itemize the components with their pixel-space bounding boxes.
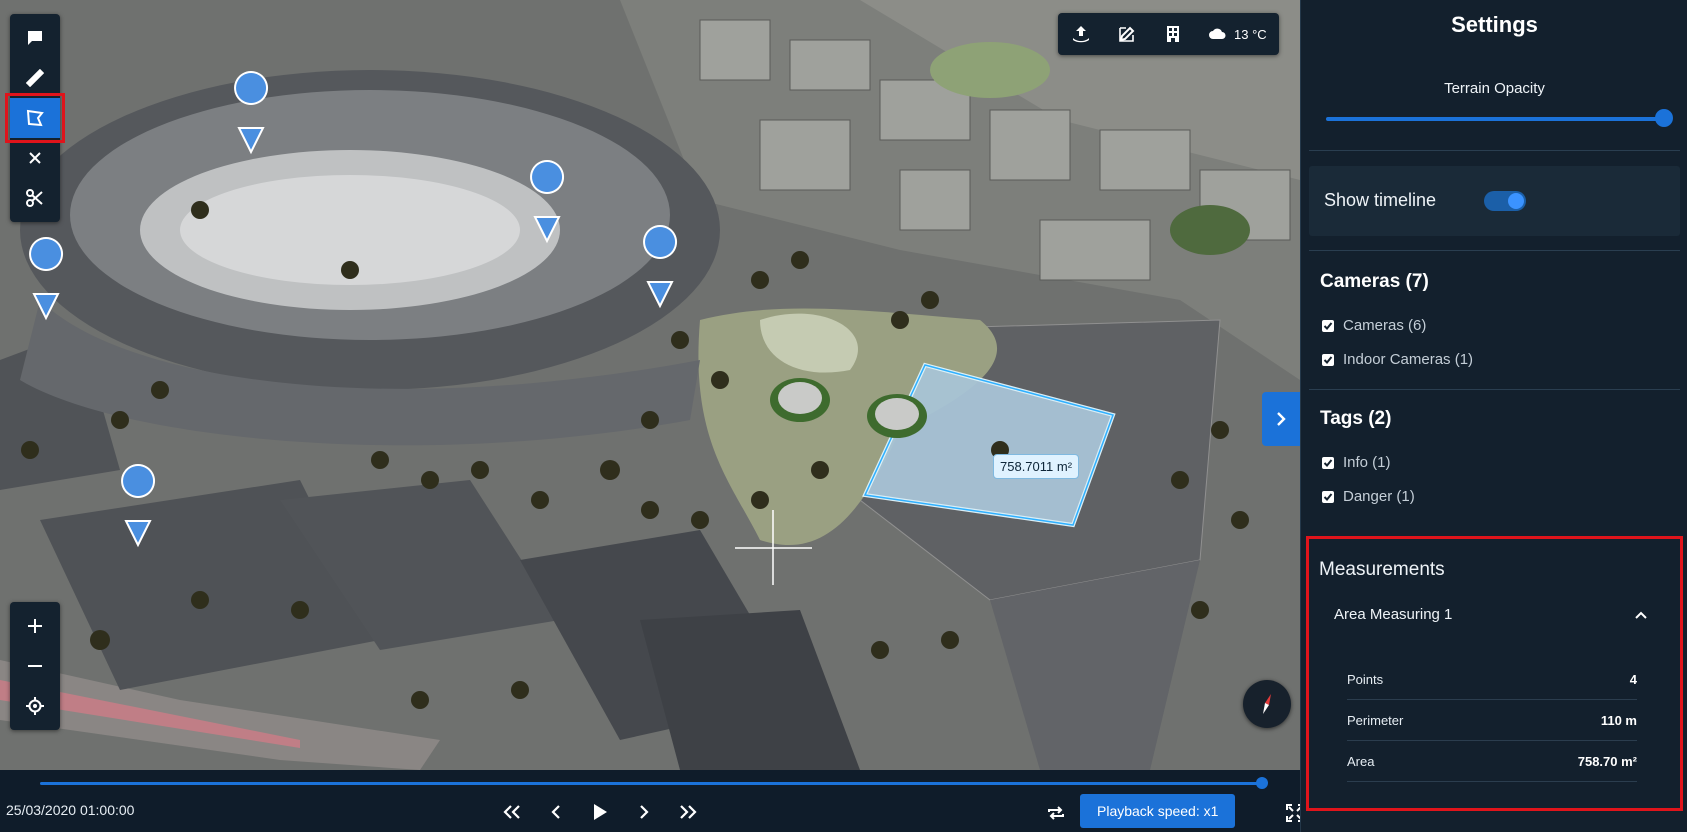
- cameras-heading: Cameras (7): [1320, 271, 1429, 292]
- tags-heading: Tags (2): [1320, 408, 1392, 429]
- indoor-cameras-label: Indoor Cameras (1): [1343, 351, 1474, 368]
- timeline-track[interactable]: [40, 782, 1262, 785]
- panel-title: Settings: [1451, 12, 1538, 37]
- chevron-left-icon: [551, 805, 560, 819]
- timeline-thumb[interactable]: [1256, 777, 1268, 789]
- measurement-row-value: 758.70 m²: [1577, 753, 1637, 769]
- measurement-item-title[interactable]: Area Measuring 1: [1334, 606, 1452, 623]
- minus-icon: [28, 665, 42, 667]
- terrain-opacity-slider-thumb[interactable]: [1655, 109, 1673, 127]
- playback-controls: [496, 796, 704, 828]
- measurement-toolbar: [5, 14, 65, 222]
- checkbox-checked[interactable]: [1322, 319, 1334, 332]
- area-measurement-label: 758.7011 m²: [993, 454, 1080, 479]
- chevron-up-icon: [1635, 611, 1647, 619]
- info-tag-label: Info (1): [1343, 454, 1391, 471]
- edit-icon: [1119, 26, 1135, 42]
- compass-button[interactable]: [1243, 680, 1291, 728]
- step-back-button[interactable]: [540, 796, 572, 828]
- measurement-row-label: Perimeter: [1347, 712, 1404, 728]
- locate-button[interactable]: [10, 686, 60, 726]
- divider: [1309, 250, 1680, 251]
- measurement-row-label: Points: [1347, 671, 1384, 687]
- chevron-right-icon: [1277, 412, 1286, 426]
- cut-button[interactable]: [10, 178, 60, 218]
- measurement-row-value: 110 m: [1600, 712, 1637, 728]
- playback-speed-button[interactable]: Playback speed: x1: [1080, 794, 1236, 828]
- clear-measure-button[interactable]: [10, 138, 60, 178]
- chevron-right-icon: [640, 805, 649, 819]
- divider: [1309, 389, 1680, 390]
- upload-button[interactable]: [1058, 13, 1104, 55]
- measurements-heading: Measurements: [1319, 559, 1445, 580]
- collapse-measurement-button[interactable]: [1631, 605, 1651, 625]
- close-icon: [29, 152, 41, 164]
- play-icon: [594, 804, 607, 820]
- scissors-icon: [26, 189, 43, 207]
- measurement-row-label: Area: [1347, 753, 1375, 769]
- terrain-opacity-label: Terrain Opacity: [1444, 80, 1545, 97]
- checkbox-checked[interactable]: [1322, 456, 1334, 469]
- divider: [1309, 150, 1680, 151]
- show-timeline-row: Show timeline: [1309, 166, 1680, 236]
- temperature-text: 13 °C: [1234, 26, 1267, 42]
- comment-button[interactable]: [10, 18, 60, 58]
- play-button[interactable]: [584, 796, 616, 828]
- building-icon: [1167, 26, 1179, 42]
- cloud-icon: [1209, 28, 1226, 39]
- ruler-icon: [26, 69, 44, 87]
- upload-icon: [1073, 26, 1089, 43]
- info-tag-checkbox-row[interactable]: Info (1): [1322, 454, 1391, 471]
- checkmark-icon: [1323, 321, 1333, 330]
- measurements-section: Measurements Area Measuring 1 Points 4 P…: [1306, 536, 1683, 811]
- repeat-button[interactable]: [1040, 798, 1072, 828]
- cameras-checkbox-row[interactable]: Cameras (6): [1322, 317, 1426, 334]
- show-timeline-toggle[interactable]: [1484, 191, 1526, 211]
- timeline-bar: 25/03/2020 01:00:00 Playback speed: x1: [0, 770, 1304, 832]
- zoom-controls: [10, 602, 60, 730]
- top-toolbar: 13 °C: [1058, 13, 1279, 55]
- terrain-opacity-slider[interactable]: [1326, 117, 1661, 121]
- checkmark-icon: [1323, 355, 1333, 364]
- measurement-row-value: 4: [1629, 671, 1637, 687]
- edit-button[interactable]: [1104, 13, 1150, 55]
- repeat-icon: [1048, 806, 1064, 820]
- distance-measure-button[interactable]: [10, 58, 60, 98]
- show-timeline-label: Show timeline: [1324, 190, 1437, 210]
- checkmark-icon: [1323, 492, 1333, 501]
- step-forward-button[interactable]: [628, 796, 660, 828]
- map-viewport[interactable]: 13 °C 758.7011 m²: [0, 0, 1300, 770]
- toggle-knob: [1508, 193, 1524, 209]
- indoor-cameras-checkbox-row[interactable]: Indoor Cameras (1): [1322, 351, 1473, 368]
- plus-icon: [28, 619, 42, 633]
- settings-panel: Settings Terrain Opacity Show timeline C…: [1300, 0, 1687, 832]
- city-3d-scene: [0, 0, 1300, 770]
- checkbox-checked[interactable]: [1322, 353, 1334, 366]
- double-chevron-left-icon: [503, 805, 520, 819]
- cameras-label: Cameras (6): [1343, 317, 1427, 334]
- zoom-out-button[interactable]: [10, 646, 60, 686]
- measurement-row-points: Points 4: [1347, 659, 1637, 700]
- skip-back-button[interactable]: [496, 796, 528, 828]
- measurement-row-perimeter: Perimeter 110 m: [1347, 700, 1637, 741]
- checkmark-icon: [1323, 458, 1333, 467]
- crosshair-target-icon: [26, 697, 44, 715]
- zoom-in-button[interactable]: [10, 606, 60, 646]
- checkbox-checked[interactable]: [1322, 490, 1334, 503]
- danger-tag-checkbox-row[interactable]: Danger (1): [1322, 488, 1415, 505]
- area-measure-icon: [26, 109, 44, 127]
- measurement-row-area: Area 758.70 m²: [1347, 741, 1637, 782]
- skip-forward-button[interactable]: [672, 796, 704, 828]
- buildings-button[interactable]: [1150, 13, 1196, 55]
- area-measure-button[interactable]: [5, 93, 65, 143]
- danger-tag-label: Danger (1): [1343, 488, 1415, 505]
- panel-toggle-button[interactable]: [1262, 392, 1300, 446]
- double-chevron-right-icon: [680, 805, 697, 819]
- timeline-datetime: 25/03/2020 01:00:00: [6, 802, 135, 818]
- compass-icon: [1263, 694, 1271, 714]
- weather-indicator[interactable]: 13 °C: [1196, 13, 1279, 55]
- comment-icon: [28, 31, 42, 45]
